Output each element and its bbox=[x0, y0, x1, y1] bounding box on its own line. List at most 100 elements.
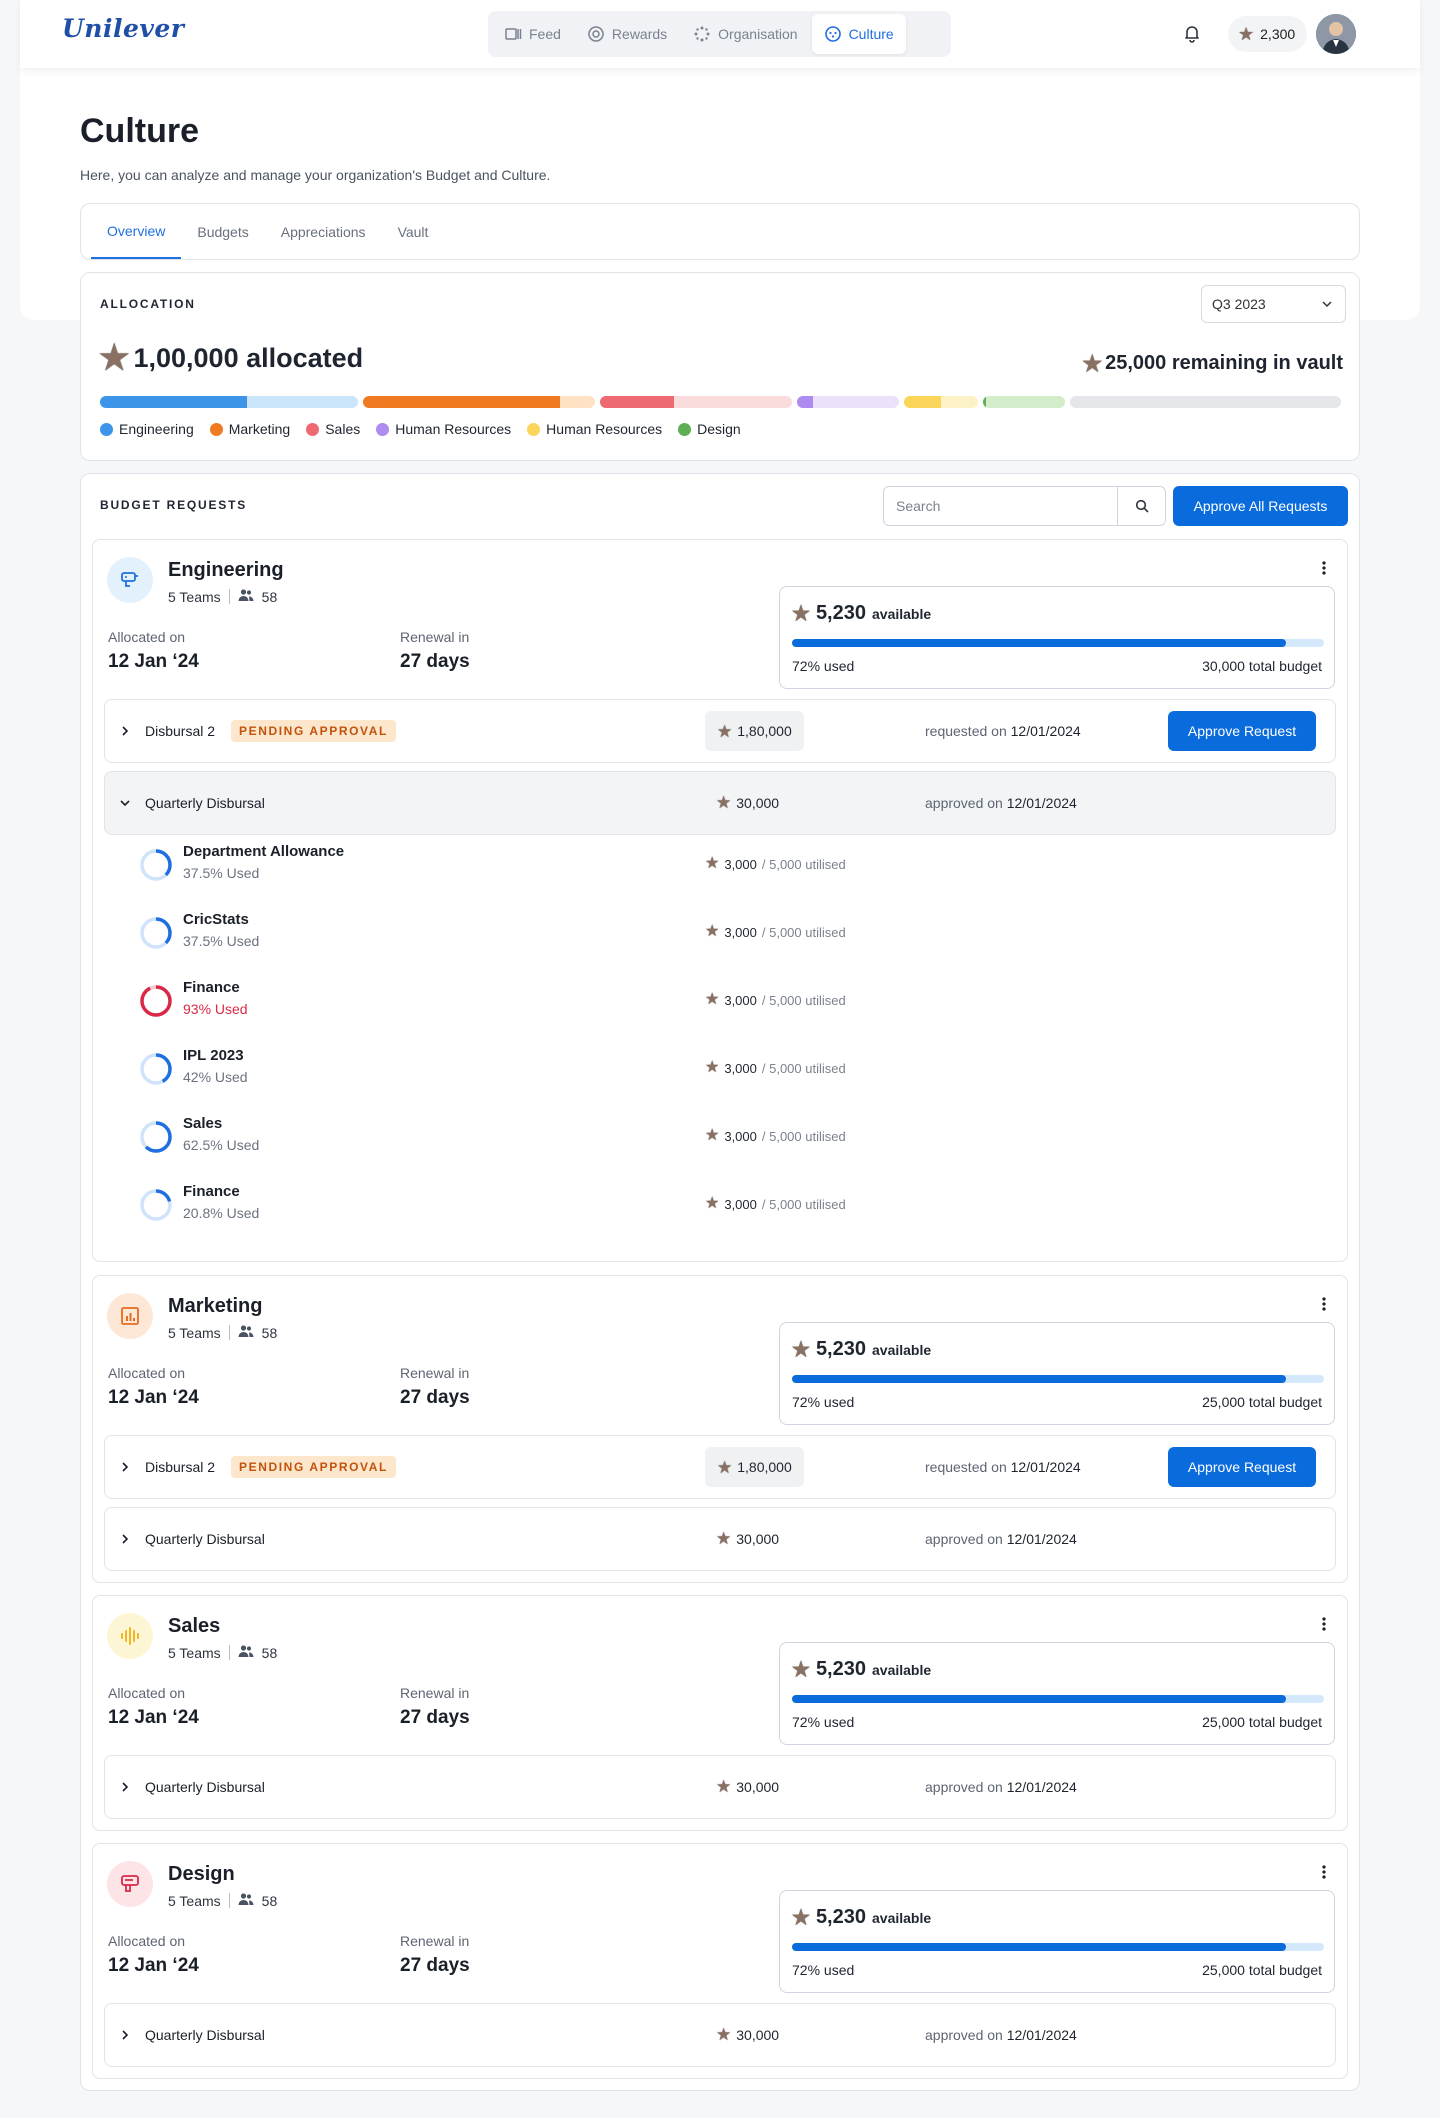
chevron-down-icon[interactable] bbox=[119, 797, 131, 809]
teams-count: 5 Teams bbox=[168, 1892, 221, 1909]
available-budget-box: ★ 5,230 available 72% used 25,000 total budg… bbox=[779, 1322, 1335, 1425]
allocated-on-value: 12 Jan ‘24 bbox=[108, 1955, 199, 1976]
budget-usage-bar bbox=[792, 1695, 1324, 1703]
vault-remaining: ★ 25,000 remaining in vault bbox=[1082, 352, 1343, 375]
disbursal-row[interactable]: Quarterly Disbursal ★ 30,000 approved on 12… bbox=[104, 1755, 1336, 1819]
available-budget-box: ★ 5,230 available 72% used 25,000 total budg… bbox=[779, 1890, 1335, 1993]
meta-divider bbox=[228, 1325, 230, 1340]
available-label: available bbox=[872, 605, 932, 622]
allocation-segment-design bbox=[983, 396, 1065, 408]
renewal-value: 27 days bbox=[400, 1707, 470, 1728]
more-options-icon[interactable] bbox=[1321, 1296, 1327, 1317]
date-value: 12/01/2024 bbox=[1006, 1779, 1077, 1795]
star-icon: ★ bbox=[705, 855, 720, 872]
total-budget: 25,000 total budget bbox=[1202, 1394, 1322, 1410]
available-budget-box: ★ 5,230 available 72% used 25,000 total budg… bbox=[779, 1642, 1335, 1745]
allocated-on-label: Allocated on bbox=[108, 1685, 186, 1701]
budget-item-name: Finance bbox=[183, 1183, 240, 1200]
avatar[interactable] bbox=[1316, 14, 1356, 54]
date-value: 12/01/2024 bbox=[1006, 2027, 1077, 2043]
tab-appreciations[interactable]: Appreciations bbox=[265, 204, 382, 259]
allocated-on-label: Allocated on bbox=[108, 629, 186, 645]
bell-icon[interactable] bbox=[1182, 23, 1202, 43]
more-options-icon[interactable] bbox=[1321, 1616, 1327, 1637]
chevron-right-icon[interactable] bbox=[119, 725, 131, 737]
chevron-right-icon[interactable] bbox=[119, 2029, 131, 2041]
approve-all-button[interactable]: Approve All Requests bbox=[1173, 486, 1348, 526]
disbursal-date: approved on 12/01/2024 bbox=[925, 1531, 1077, 1547]
disbursal-row[interactable]: Quarterly Disbursal ★ 30,000 approved on 12… bbox=[104, 2003, 1336, 2067]
nav-item-feed[interactable]: Feed bbox=[492, 14, 573, 54]
legend-item: Marketing bbox=[209, 421, 290, 437]
more-options-icon[interactable] bbox=[1321, 1864, 1327, 1885]
disbursal-row[interactable]: Disbursal 2 PENDING APPROVAL ★ 1,80,000 requ… bbox=[104, 1435, 1336, 1499]
allocation-segment-engineering bbox=[100, 396, 358, 408]
budget-item: CricStats 37.5% Used ★ 3,000/ 5,000 utilise… bbox=[139, 906, 1039, 962]
budget-item-percentage: 62.5% Used bbox=[183, 1137, 260, 1153]
department-icon bbox=[107, 557, 153, 603]
nav-item-rewards[interactable]: Rewards bbox=[575, 14, 679, 54]
date-value: 12/01/2024 bbox=[1010, 1459, 1081, 1475]
disbursal-date: approved on 12/01/2024 bbox=[925, 2027, 1077, 2043]
nav-item-organisation[interactable]: Organisation bbox=[681, 14, 809, 54]
department-name: Marketing bbox=[168, 1295, 263, 1317]
members-count: 58 bbox=[261, 588, 278, 605]
allocation-bar bbox=[100, 396, 1341, 408]
disbursal-amount: ★ 30,000 bbox=[716, 1778, 779, 1795]
allocation-segment-human-resources bbox=[797, 396, 899, 408]
available-budget-box: ★ 5,230 available 72% used 30,000 total budg… bbox=[779, 586, 1335, 689]
status-badge: PENDING APPROVAL bbox=[231, 1456, 396, 1478]
date-value: 12/01/2024 bbox=[1006, 1531, 1077, 1547]
disbursal-row[interactable]: Disbursal 2 PENDING APPROVAL ★ 1,80,000 requ… bbox=[104, 699, 1336, 763]
approve-request-button[interactable]: Approve Request bbox=[1168, 1447, 1316, 1487]
legend-item: Engineering bbox=[100, 421, 194, 437]
chevron-right-icon[interactable] bbox=[119, 1461, 131, 1473]
department-name: Engineering bbox=[168, 559, 284, 581]
legend-item: Sales bbox=[306, 421, 360, 437]
tab-budgets[interactable]: Budgets bbox=[181, 204, 264, 259]
amount-value: 1,80,000 bbox=[737, 1459, 792, 1475]
renewal-value: 27 days bbox=[400, 1955, 470, 1976]
budget-item-name: Department Allowance bbox=[183, 843, 345, 860]
utilised-amount: 3,000 bbox=[724, 1196, 757, 1212]
budget-item-percentage: 37.5% Used bbox=[183, 933, 260, 949]
available-label: available bbox=[872, 1341, 932, 1358]
chevron-right-icon[interactable] bbox=[119, 1781, 131, 1793]
available-value: 5,230 bbox=[815, 602, 866, 624]
quarter-value: Q3 2023 bbox=[1212, 296, 1266, 312]
status-badge: PENDING APPROVAL bbox=[231, 720, 396, 742]
disbursal-row[interactable]: Quarterly Disbursal ★ 30,000 approved on 12… bbox=[104, 771, 1336, 835]
requested-amount: ★ 1,80,000 bbox=[705, 711, 804, 751]
renewal-label: Renewal in bbox=[400, 1365, 470, 1381]
disbursal-row[interactable]: Quarterly Disbursal ★ 30,000 approved on 12… bbox=[104, 1507, 1336, 1571]
disbursal-amount: ★ 30,000 bbox=[716, 1530, 779, 1547]
star-icon: ★ bbox=[717, 721, 733, 741]
disbursal-name: Disbursal 2 bbox=[145, 723, 216, 739]
search-input[interactable]: Search bbox=[884, 498, 1117, 514]
points-value: 2,300 bbox=[1260, 26, 1296, 42]
tab-overview[interactable]: Overview bbox=[91, 204, 182, 259]
quarter-select[interactable]: Q3 2023 bbox=[1201, 285, 1346, 323]
legend-item: Human Resources bbox=[527, 421, 662, 437]
tab-vault[interactable]: Vault bbox=[382, 204, 445, 259]
department-icon bbox=[107, 1861, 153, 1907]
points-balance[interactable]: ★ 2,300 bbox=[1228, 16, 1308, 52]
approve-request-button[interactable]: Approve Request bbox=[1168, 711, 1316, 751]
disbursal-date: requested on 12/01/2024 bbox=[925, 1459, 1081, 1475]
utilised-amount: 3,000 bbox=[724, 1060, 757, 1076]
more-options-icon[interactable] bbox=[1321, 560, 1327, 581]
search-button[interactable] bbox=[1117, 487, 1165, 525]
brand-logo[interactable]: Unilever bbox=[62, 14, 184, 43]
chevron-right-icon[interactable] bbox=[119, 1533, 131, 1545]
budget-item-name: IPL 2023 bbox=[183, 1047, 244, 1064]
allocated-on-value: 12 Jan ‘24 bbox=[108, 1707, 199, 1728]
available-value: 5,230 bbox=[815, 1658, 866, 1680]
culture-icon bbox=[824, 26, 841, 42]
star-icon: ★ bbox=[705, 1127, 720, 1144]
department-meta: 5 Teams 58 bbox=[168, 1324, 277, 1341]
budget-item: Sales 62.5% Used ★ 3,000/ 5,000 utilised bbox=[139, 1110, 1039, 1166]
nav-item-label: Feed bbox=[529, 26, 561, 42]
nav-item-culture[interactable]: Culture bbox=[811, 14, 906, 54]
amount-value: 30,000 bbox=[736, 1530, 780, 1547]
search-field[interactable]: Search bbox=[883, 486, 1166, 526]
